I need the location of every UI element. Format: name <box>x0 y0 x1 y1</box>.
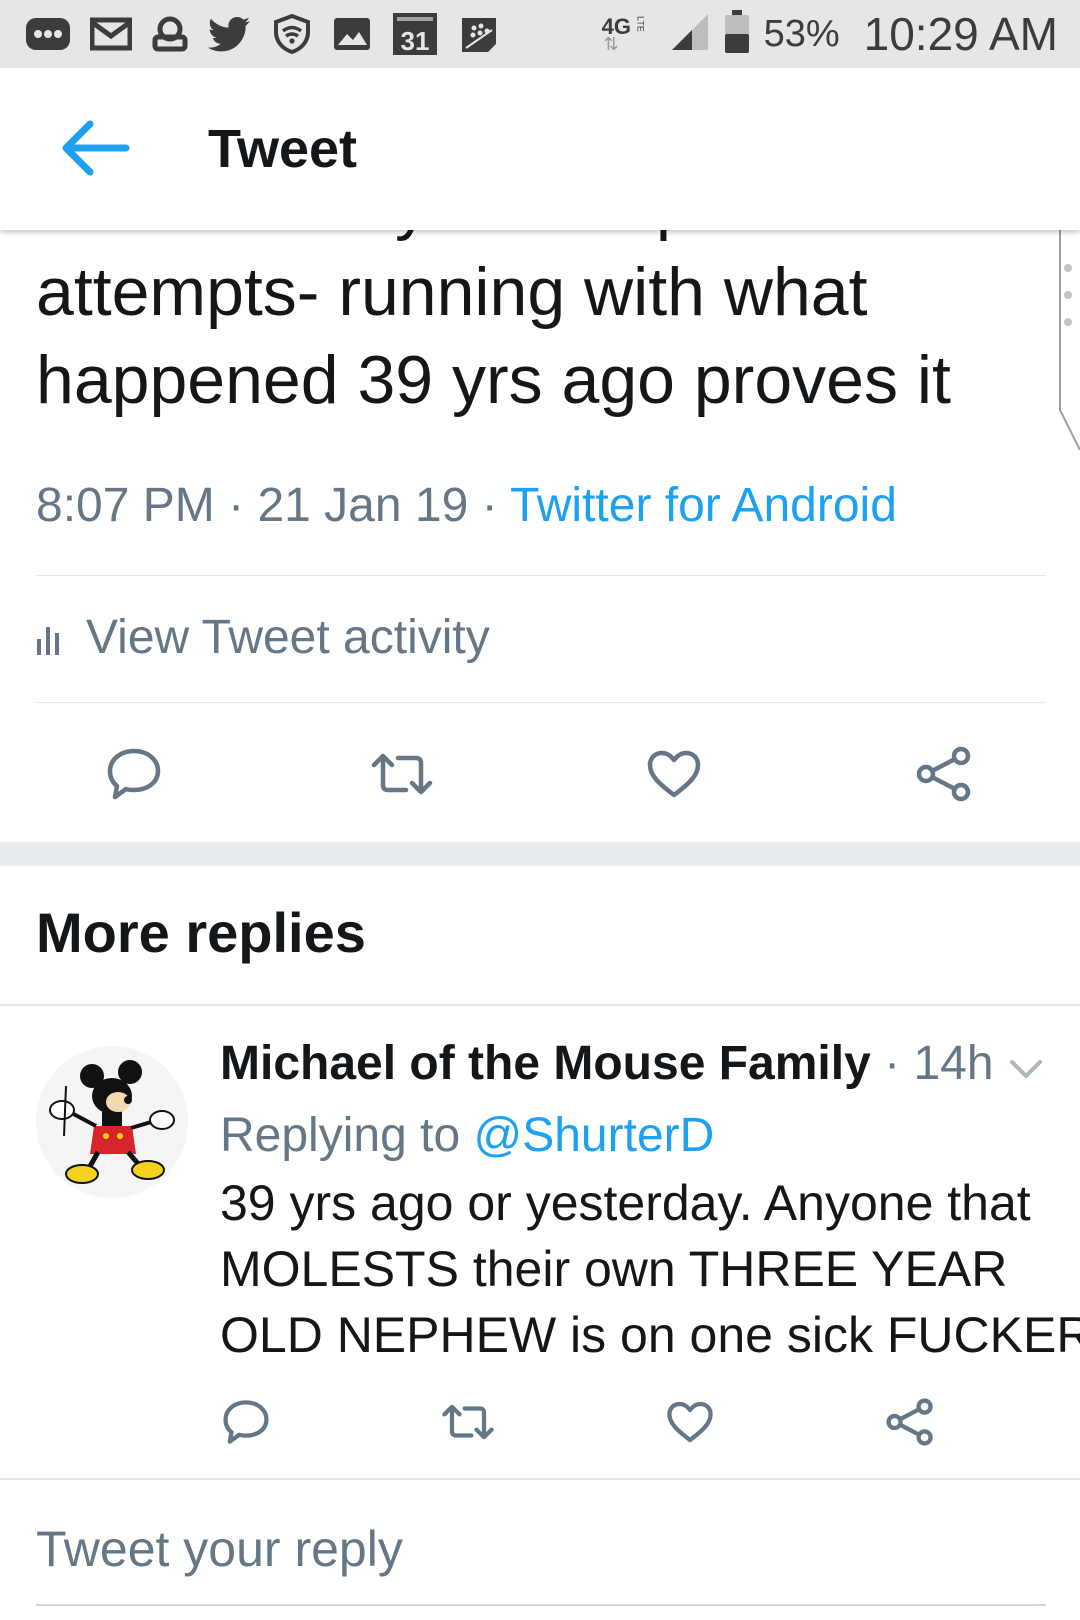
reply-options-button[interactable] <box>1004 1048 1048 1088</box>
replying-prefix: Replying to <box>220 1109 461 1162</box>
compose-underline <box>36 1604 1046 1606</box>
meta-separator: · <box>228 479 245 532</box>
tweet-time: 8:07 PM <box>36 479 215 532</box>
tweet-meta: 8:07 PM · 21 Jan 19 · Twitter for Androi… <box>36 478 897 533</box>
status-bar: 31 4G LTE ⇅ 53% 10:29 AM <box>0 0 1080 68</box>
gallery-icon <box>332 16 372 52</box>
like-icon <box>647 750 701 798</box>
divider <box>0 1004 1080 1006</box>
signal-icon <box>670 12 710 57</box>
like-button[interactable] <box>634 734 714 814</box>
notification-icons: 31 <box>26 12 500 56</box>
activity-label: View Tweet activity <box>86 611 490 664</box>
network-subtype: LTE <box>635 16 646 32</box>
reply-time: 14h <box>913 1037 994 1090</box>
tweet-source-link[interactable]: Twitter for Android <box>510 479 897 532</box>
reply-button[interactable] <box>206 1382 286 1462</box>
divider <box>0 1478 1080 1480</box>
clock: 10:29 AM <box>863 8 1058 60</box>
divider <box>36 575 1046 576</box>
retweet-button[interactable] <box>428 1382 508 1462</box>
reply-header: Michael of the Mouse Family · 14h <box>220 1036 994 1091</box>
retweet-button[interactable] <box>362 734 442 814</box>
mickey-mouse-avatar-icon <box>36 1046 188 1198</box>
retweet-icon <box>371 753 433 795</box>
activity-chart-icon <box>37 626 59 655</box>
reply-text-line: OLD NEPHEW is on one sick FUCKER. <box>220 1307 1080 1363</box>
reply-actions <box>0 1382 1080 1462</box>
reply-text: 39 yrs ago or yesterday. Anyone that MOL… <box>220 1170 1080 1368</box>
retweet-icon <box>442 1404 494 1440</box>
top-app-bar: Tweet <box>0 68 1080 230</box>
tweet-reply-input[interactable]: Tweet your reply <box>36 1520 403 1578</box>
reply-button[interactable] <box>94 734 174 814</box>
like-button[interactable] <box>650 1382 730 1462</box>
like-icon <box>667 1401 713 1443</box>
share-button[interactable] <box>904 734 984 814</box>
twitter-icon <box>208 16 252 52</box>
share-button[interactable] <box>870 1382 950 1462</box>
wifi-shield-icon <box>272 14 312 54</box>
replying-handle-link[interactable]: @ShurterD <box>473 1109 714 1162</box>
blackberry-icon <box>458 14 500 54</box>
tweet-date: 21 Jan 19 <box>257 479 469 532</box>
reply-icon <box>107 748 161 800</box>
more-notifications-icon <box>26 16 70 52</box>
avatar[interactable] <box>36 1046 188 1198</box>
reply-text-line: MOLESTS their own THREE YEAR <box>220 1241 1008 1297</box>
more-replies-heading: More replies <box>36 901 366 964</box>
section-separator <box>0 842 1080 866</box>
network-indicator: 4G LTE ⇅ <box>602 10 656 58</box>
back-button[interactable] <box>56 118 132 178</box>
page-title: Tweet <box>208 119 358 179</box>
reply-icon <box>223 1400 269 1444</box>
divider <box>36 702 1046 703</box>
battery-icon <box>724 9 750 59</box>
status-right: 4G LTE ⇅ 53% 10:29 AM <box>602 7 1058 61</box>
share-icon <box>886 1398 933 1446</box>
meta-separator: · <box>884 1037 901 1090</box>
meta-separator: · <box>481 479 498 532</box>
mail-icon <box>90 17 132 51</box>
reply-text-line: 39 yrs ago or yesterday. Anyone that <box>220 1175 1031 1231</box>
voicemail-icon <box>152 15 188 53</box>
tweet-text-line: attempts- running with what <box>36 254 868 330</box>
view-tweet-activity-button[interactable]: View Tweet activity <box>36 610 490 665</box>
calendar-icon: 31 <box>392 12 438 56</box>
back-arrow-icon <box>62 120 130 176</box>
battery-percent: 53% <box>763 12 840 55</box>
tweet-text-line: happened 39 yrs ago proves it <box>36 342 951 418</box>
chevron-down-icon <box>1010 1060 1042 1078</box>
data-arrows-icon: ⇅ <box>603 34 619 54</box>
tweet-actions <box>0 734 1080 814</box>
reply-author-name[interactable]: Michael of the Mouse Family <box>220 1037 871 1090</box>
calendar-day: 31 <box>401 26 430 56</box>
replying-to: Replying to @ShurterD <box>220 1108 714 1163</box>
share-icon <box>916 746 971 802</box>
